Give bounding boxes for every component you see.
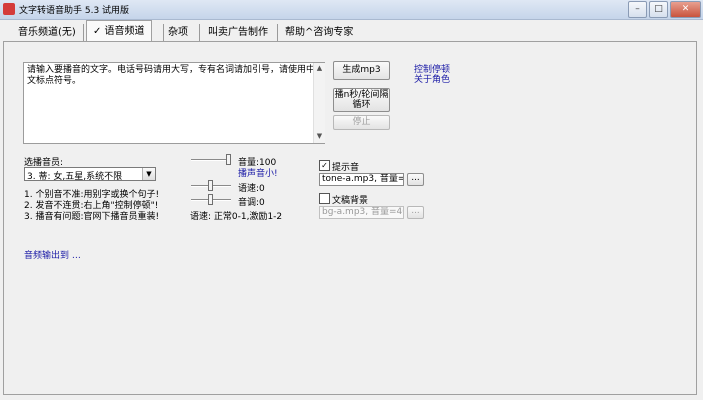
prompt-sound-checkbox[interactable]: ✓: [319, 160, 330, 171]
tab-divider: [199, 24, 200, 41]
close-button[interactable]: ✕: [670, 1, 701, 18]
about-angle-link[interactable]: 关于角色: [414, 72, 450, 85]
scroll-up-icon[interactable]: ▲: [314, 64, 325, 72]
prompt-sound-field[interactable]: tone-a.mp3, 音量=8: [319, 173, 404, 186]
tab-help[interactable]: 帮助^咨询专家: [279, 24, 359, 41]
volume-slider-thumb[interactable]: [226, 154, 231, 165]
voice-selected: 3. 蒂: 女,五星,系统不限: [27, 172, 123, 182]
speed-label: 语速:0: [238, 184, 265, 194]
voice-select[interactable]: 3. 蒂: 女,五星,系统不限 ▼: [24, 167, 156, 182]
audio-output-link[interactable]: 音频输出到 …: [24, 248, 81, 261]
play-loop-button[interactable]: 播n秒/轮间隔循环: [333, 88, 390, 112]
tab-divider: [277, 24, 278, 41]
background-checkbox[interactable]: [319, 193, 330, 204]
stop-button[interactable]: 停止: [333, 115, 390, 130]
maximize-button[interactable]: □: [649, 1, 668, 18]
volume-hint-link[interactable]: 播声音小!: [238, 166, 278, 179]
prompt-sound-browse-button[interactable]: ...: [407, 173, 424, 186]
tab-voice[interactable]: ✓ 语音频道: [86, 20, 152, 42]
app-icon: [3, 3, 15, 15]
window-title: 文字转语音助手 5.3 试用版: [19, 6, 130, 16]
chevron-down-icon[interactable]: ▼: [142, 168, 155, 180]
tab-ad-maker[interactable]: 叫卖广告制作: [202, 24, 274, 41]
prompt-sound-label: 提示音: [332, 163, 360, 173]
scroll-down-icon[interactable]: ▼: [314, 132, 325, 140]
minimize-button[interactable]: –: [628, 1, 647, 18]
tab-misc[interactable]: 杂项: [162, 24, 194, 41]
tab-divider: [83, 24, 84, 41]
speed-slider-thumb[interactable]: [208, 180, 213, 191]
background-browse-button[interactable]: ...: [407, 206, 424, 219]
voice-note: 3. 播音有问题:官网下播音员重装!: [24, 212, 160, 222]
generate-mp3-button[interactable]: 生成mp3: [333, 61, 390, 80]
background-field[interactable]: bg-a.mp3, 音量=40, ...: [319, 206, 404, 219]
background-label: 文稿背景: [332, 196, 369, 206]
text-scrollbar[interactable]: ▲ ▼: [313, 63, 325, 143]
text-input[interactable]: 请输入要播音的文字。电话号码请用大写，专有名词请加引号，请使用中文标点符号。: [23, 62, 325, 144]
volume-slider-track[interactable]: [191, 159, 231, 161]
speed-hint: 语速: 正常0-1,激励1-2: [190, 212, 283, 222]
pitch-label: 音调:0: [238, 198, 265, 208]
pitch-slider-thumb[interactable]: [208, 194, 213, 205]
tab-music[interactable]: 音乐频道(无): [12, 24, 82, 41]
